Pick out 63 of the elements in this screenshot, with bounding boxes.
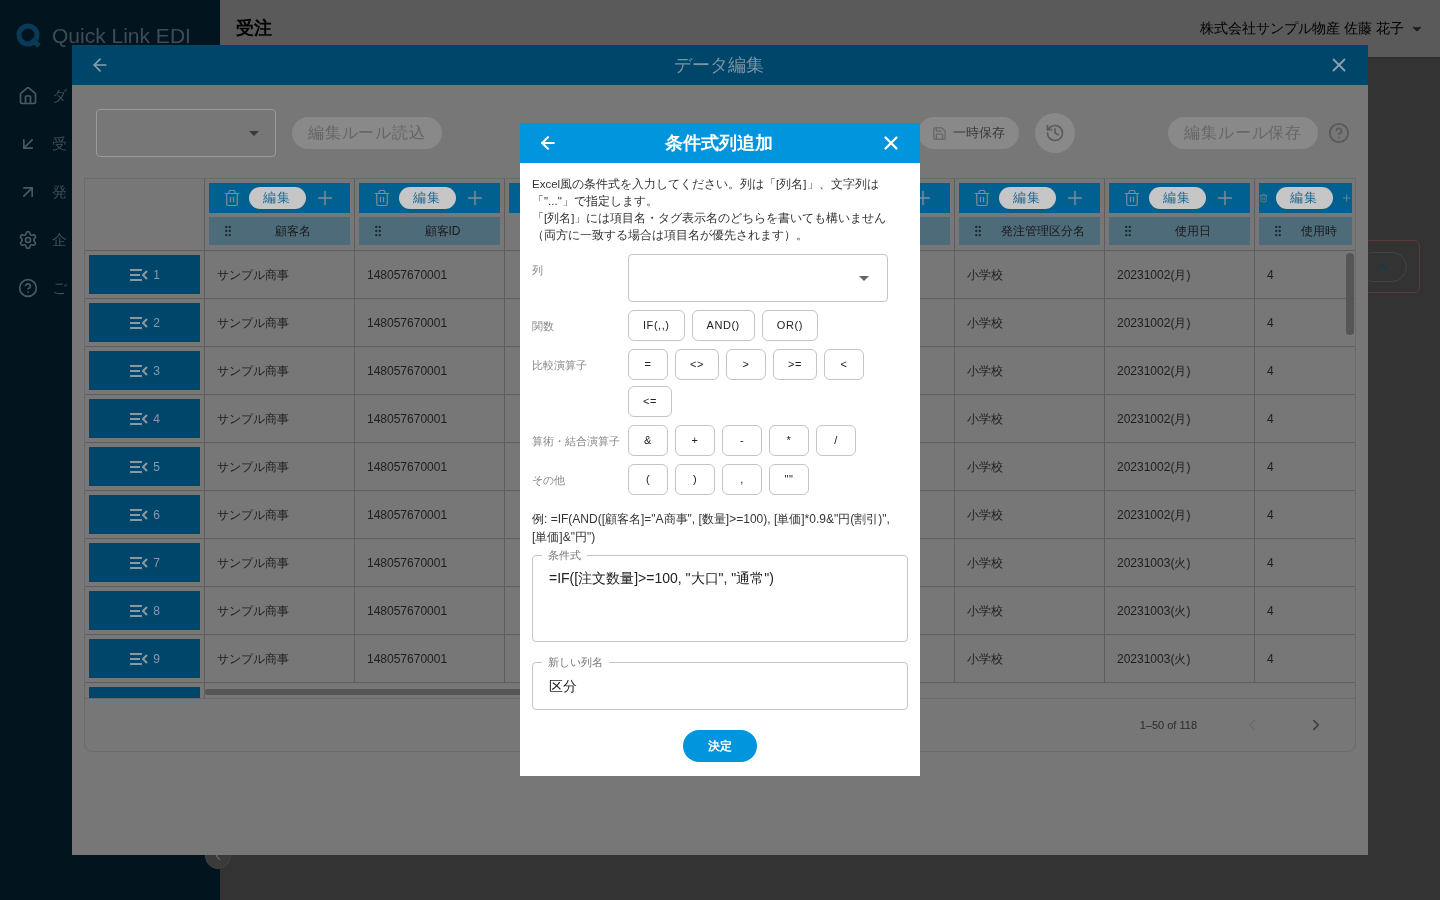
group-label: 算術・結合演算子 [532, 434, 621, 449]
table-cell-text: 4 [1267, 458, 1274, 476]
table-cell-text: 4 [1267, 362, 1274, 380]
group-label: 関数 [532, 319, 555, 334]
table-cell-text: 20231002(月) [1117, 506, 1191, 524]
table-cell-text: 148057670001 [367, 314, 448, 332]
table-cell-text: 小学校 [967, 314, 1003, 332]
table-cell-text: サンプル商事 [217, 266, 289, 284]
table-cell-text: 4 [1267, 650, 1274, 668]
table-cell-text: 20231002(月) [1117, 458, 1191, 476]
table-cell-text: サンプル商事 [217, 362, 289, 380]
table-cell-text: 20231002(月) [1117, 362, 1191, 380]
table-cell-text: 小学校 [967, 554, 1003, 572]
column-label: 顧客ID [423, 223, 462, 240]
table-cell-text: 148057670001 [367, 602, 448, 620]
table-cell-text: 小学校 [967, 362, 1003, 380]
group-label: その他 [532, 473, 566, 488]
table-cell-text: 4 [1267, 554, 1274, 572]
table-cell-text: 20231002(月) [1117, 314, 1191, 332]
table-cell-text: 148057670001 [367, 266, 448, 284]
table-cell-text: 148057670001 [367, 362, 448, 380]
page-title: 受注 [236, 17, 272, 40]
table-cell-text: サンプル商事 [217, 650, 289, 668]
table-cell-text: サンプル商事 [217, 602, 289, 620]
column-label: 使用時 [1299, 223, 1338, 240]
table-cell-text: 20231003(火) [1117, 554, 1191, 572]
table-cell-text: 20231003(火) [1117, 650, 1191, 668]
table-cell-text: 20231002(月) [1117, 266, 1191, 284]
table-cell-text: サンプル商事 [217, 314, 289, 332]
modal-title: データ編集 [674, 53, 764, 77]
table-cell-text: サンプル商事 [217, 458, 289, 476]
table-cell-text: 148057670001 [367, 506, 448, 524]
table-cell-text: 小学校 [967, 410, 1003, 428]
table-cell-text: サンプル商事 [217, 554, 289, 572]
table-cell-text: 148057670001 [367, 458, 448, 476]
pagination-text: 1–50 of 118 [1139, 717, 1197, 733]
group-label: 比較演算子 [532, 358, 588, 373]
logo-text: Quick Link EDI [52, 23, 191, 50]
column-label: 使用日 [1173, 223, 1212, 240]
table-cell-text: 小学校 [967, 602, 1003, 620]
dialog-title: 条件式列追加 [665, 131, 773, 155]
table-cell-text: 148057670001 [367, 554, 448, 572]
table-cell-text: 4 [1267, 506, 1274, 524]
column-label: 発注管理区分名 [999, 223, 1086, 240]
table-cell-text: 4 [1267, 266, 1274, 284]
table-cell-text: 4 [1267, 602, 1274, 620]
table-cell-text: 148057670001 [367, 650, 448, 668]
table-cell-text: 148057670001 [367, 410, 448, 428]
table-cell-text: サンプル商事 [217, 410, 289, 428]
example-text: 例: =IF(AND([顧客名]="A商事", [数量]>=100), [単価]*0.9&"円(割引)", [単価]&"円") [532, 511, 891, 546]
table-cell-text: 4 [1267, 410, 1274, 428]
instruction-text: 「[列名]」には項目名・タグ表示名のどちらを書いても構いません（両方に一致する場合は項目名が優先されます）。 [532, 211, 888, 243]
field-label: 列 [532, 263, 544, 278]
table-cell-text: 4 [1267, 314, 1274, 332]
table-cell-text: 小学校 [967, 506, 1003, 524]
table-cell-text: 小学校 [967, 458, 1003, 476]
instruction-text: Excel風の条件式を入力してください。列は「[列名]」、文字列は「"..."」で指定します。 [532, 177, 880, 209]
table-cell-text: 20231002(月) [1117, 410, 1191, 428]
column-label: 顧客名 [273, 223, 312, 240]
table-cell-text: サンプル商事 [217, 506, 289, 524]
table-cell-text: 小学校 [967, 650, 1003, 668]
table-cell-text: 小学校 [967, 266, 1003, 284]
table-cell-text: 20231003(火) [1117, 602, 1191, 620]
